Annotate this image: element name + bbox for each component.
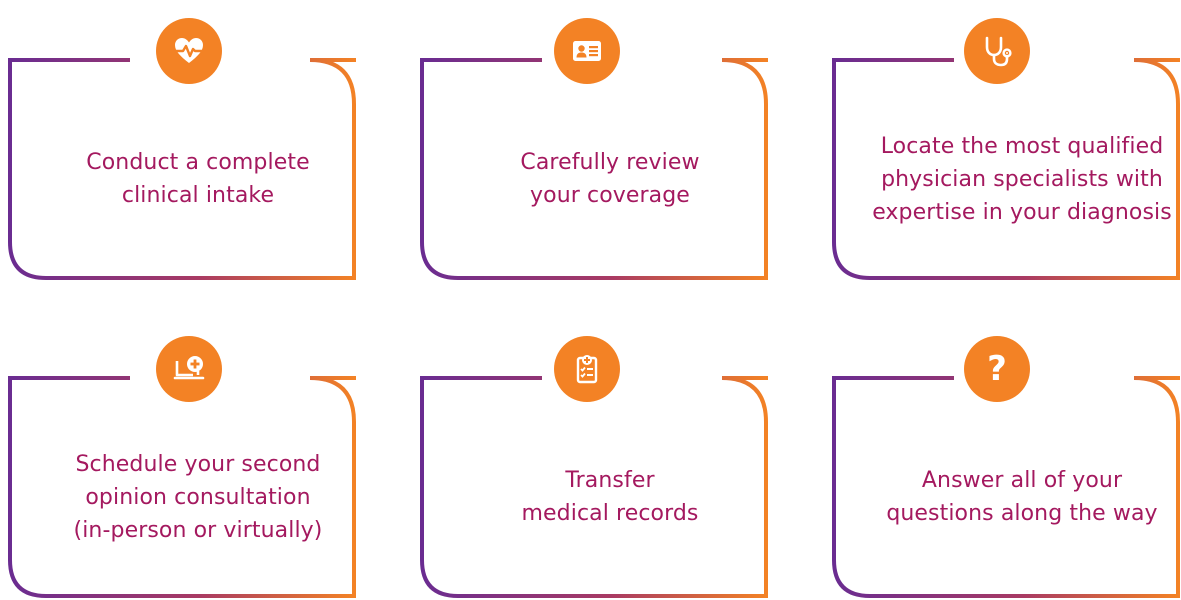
card-text: Answer all of your questions along the w…: [832, 360, 1181, 600]
card-line: Carefully review: [520, 150, 700, 175]
card-text: Schedule your second opinion consultatio…: [8, 360, 388, 600]
card-line: Transfer: [565, 468, 655, 493]
card-line: your coverage: [530, 183, 690, 208]
card-text: Carefully review your coverage: [420, 42, 800, 282]
card-line: Conduct a complete: [86, 150, 310, 175]
card-line: questions along the way: [886, 501, 1158, 526]
card-line: physician specialists with: [881, 166, 1163, 192]
card-line: medical records: [521, 501, 699, 526]
card-line: Answer all of your: [921, 468, 1123, 493]
card-text: Conduct a complete clinical intake: [8, 42, 388, 282]
card-text: Locate the most qualified physician spec…: [832, 42, 1181, 282]
card-line: clinical intake: [121, 183, 275, 208]
card-line: Schedule your second: [75, 451, 321, 477]
card-text: Transfer medical records: [420, 360, 800, 600]
service-card-answer-questions: ? Answer all of your questions along the…: [832, 336, 1181, 600]
card-line: (in-person or virtually): [73, 517, 323, 543]
card-line: Locate the most qualified: [880, 133, 1164, 159]
service-card-review-coverage: Carefully review your coverage: [420, 18, 800, 282]
service-card-transfer-records: Transfer medical records: [420, 336, 800, 600]
card-line: opinion consultation: [85, 484, 311, 510]
service-card-schedule-consultation: Schedule your second opinion consultatio…: [8, 336, 388, 600]
service-card-locate-specialists: Locate the most qualified physician spec…: [832, 18, 1181, 282]
card-line: expertise in your diagnosis: [872, 199, 1172, 225]
service-card-clinical-intake: Conduct a complete clinical intake: [8, 18, 388, 282]
